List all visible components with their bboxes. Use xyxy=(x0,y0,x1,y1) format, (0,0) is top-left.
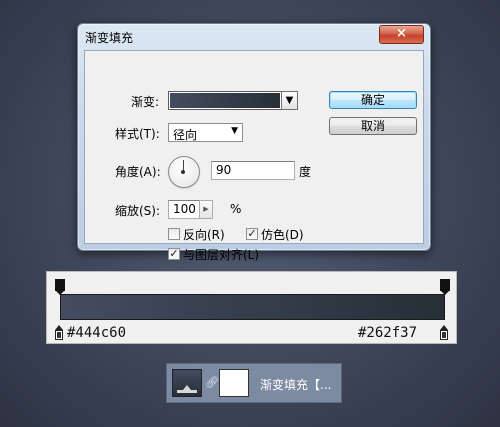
style-select[interactable]: 径向 ▼ xyxy=(168,123,243,142)
right-color-hex: #262f37 xyxy=(358,325,418,341)
dither-checkbox[interactable]: ✓ xyxy=(246,228,258,240)
left-color-hex: #444c60 xyxy=(67,325,127,341)
gradient-label: 渐变: xyxy=(131,95,160,109)
dialog-title: 渐变填充 xyxy=(85,31,134,45)
layer-mask-thumbnail[interactable] xyxy=(219,369,249,397)
dialog-body: 渐变: ▼ 样式(T): 径向 ▼ 角度(A): 90 度 缩放(S): 100… xyxy=(84,50,424,262)
layer-thumbnail xyxy=(172,369,202,397)
align-with-layer-checkbox[interactable]: ✓ xyxy=(168,248,180,260)
chevron-down-icon: ▼ xyxy=(231,126,238,136)
angle-unit: 度 xyxy=(299,165,312,179)
angle-label: 角度(A): xyxy=(115,165,161,179)
scale-label: 缩放(S): xyxy=(115,204,161,218)
gradient-editor: #444c60 #262f37 xyxy=(46,271,457,344)
style-label: 样式(T): xyxy=(115,127,160,141)
checkmark-icon: ✓ xyxy=(169,247,179,260)
angle-dial[interactable] xyxy=(168,156,200,188)
angle-input[interactable]: 90 xyxy=(211,161,295,180)
dither-label: 仿色(D) xyxy=(261,228,304,242)
opacity-stop-left[interactable] xyxy=(55,279,65,295)
cancel-button[interactable]: 取消 xyxy=(329,117,417,135)
close-button[interactable]: × xyxy=(379,25,424,44)
color-stop-left[interactable] xyxy=(55,325,63,340)
chevron-down-icon: ▼ xyxy=(285,95,294,106)
gradient-preview-bar[interactable] xyxy=(60,294,445,320)
align-with-layer-label: 与图层对齐(L) xyxy=(183,248,260,262)
layer-row[interactable]: 🔗︎ 渐变填充【... xyxy=(166,363,342,403)
scale-input[interactable]: 100 xyxy=(168,200,200,219)
chain-link-icon[interactable]: 🔗︎ xyxy=(205,376,219,389)
gradient-picker-dropdown[interactable]: ▼ xyxy=(281,91,298,110)
scale-unit: % xyxy=(230,202,242,216)
reverse-checkbox[interactable] xyxy=(168,228,180,240)
gradient-fill-dialog: 渐变填充 × 渐变: ▼ 样式(T): 径向 ▼ 角度(A): 90 度 缩放(… xyxy=(77,23,431,262)
close-icon: × xyxy=(396,26,407,41)
angle-dial-center xyxy=(181,170,185,174)
reverse-label: 反向(R) xyxy=(183,228,225,242)
gradient-swatch[interactable] xyxy=(168,91,282,110)
opacity-stop-right[interactable] xyxy=(440,279,450,295)
checkmark-icon: ✓ xyxy=(247,227,257,240)
scale-slider-button[interactable]: ▶ xyxy=(199,200,213,219)
color-stop-right[interactable] xyxy=(440,325,448,340)
layer-name: 渐变填充【... xyxy=(260,378,332,392)
chevron-right-icon: ▶ xyxy=(203,205,209,213)
style-select-value: 径向 xyxy=(173,128,198,142)
ok-button[interactable]: 确定 xyxy=(329,91,417,109)
